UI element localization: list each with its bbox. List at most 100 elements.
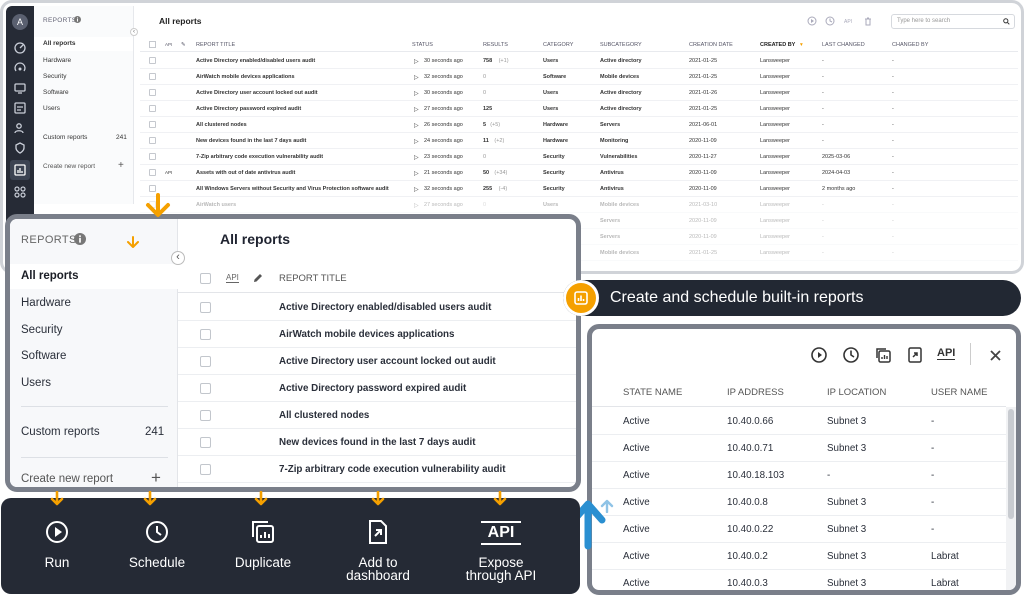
sort-desc-icon[interactable]: ▾ [800,42,803,48]
run-icon[interactable]: ▷ [414,138,419,145]
table-row[interactable]: ▷ All Windows Servers without Security an… [140,181,1018,197]
sidebar-item-custom-reports[interactable]: Custom reports [43,134,87,141]
row-checkbox[interactable] [200,329,211,340]
bg-cell-title[interactable]: New devices found in the last 7 days aud… [196,138,306,144]
table-row[interactable]: ▷ All clustered nodes 26 seconds ago 5 (+5) H… [140,117,1018,133]
table-row[interactable]: AirWatch mobile devices applications [178,321,576,348]
table-row[interactable]: Active 10.40.0.3 Subnet 3 Labrat [592,570,1006,590]
dashboard-icon[interactable] [14,42,26,54]
table-row[interactable]: ▷ AirWatch mobile devices applications 32 … [140,69,1018,85]
table-row[interactable]: 7-Zip arbitrary code execution vulnerabi… [178,456,576,483]
table-row[interactable]: All clustered nodes [178,402,576,429]
info-icon[interactable] [74,233,86,245]
table-row[interactable]: ▷ API Assets with out of date antivirus au… [140,165,1018,181]
sidebar-item-hardware[interactable]: Hardware [21,297,71,309]
row-checkbox[interactable] [200,464,211,475]
report-title-cell[interactable]: All clustered nodes [279,410,369,421]
create-new-report-link[interactable]: Create new report [21,473,113,485]
run-icon[interactable]: ▷ [414,106,419,113]
row-checkbox[interactable] [149,169,156,176]
table-row[interactable]: Active 10.40.18.103 - - [592,462,1006,489]
bg-cell-title[interactable]: Assets with out of date antivirus audit [196,170,295,176]
security-icon[interactable] [14,142,26,154]
table-row[interactable]: Active 10.40.0.22 Subnet 3 - [592,516,1006,543]
user-avatar[interactable]: A [12,14,28,30]
sidebar-item-users[interactable]: Users [21,377,51,389]
plus-icon[interactable]: + [118,160,124,171]
run-icon[interactable]: ▷ [414,74,419,81]
table-row[interactable]: ▷ Active Directory password expired audit… [140,101,1018,117]
report-title-cell[interactable]: Active Directory password expired audit [279,383,466,394]
table-row[interactable]: Active Directory user account locked out… [178,348,576,375]
software-icon[interactable] [14,102,26,114]
row-checkbox[interactable] [149,105,156,112]
col-status[interactable]: STATUS [412,42,433,48]
run-icon[interactable]: ▷ [414,202,419,209]
schedule-action[interactable]: Schedule [109,498,205,594]
row-checkbox[interactable] [200,437,211,448]
delete-icon[interactable] [863,16,873,26]
report-title-cell[interactable]: Active Directory enabled/disabled users … [279,302,491,313]
api-icon[interactable]: API [844,16,854,26]
select-all-checkbox[interactable] [149,41,156,48]
bg-cell-title[interactable]: Active Directory user account locked out… [196,90,318,96]
row-checkbox[interactable] [149,121,156,128]
table-row[interactable]: ▷ AirWatch users 27 seconds ago 0 Users Mobil… [140,197,1018,213]
api-icon[interactable]: API [937,347,956,360]
col-user-name[interactable]: USER NAME [931,387,987,398]
discovery-icon[interactable] [14,62,26,74]
duplicate-action[interactable]: Duplicate [215,498,311,594]
row-checkbox[interactable] [200,410,211,421]
row-checkbox[interactable] [149,57,156,64]
col-state-name[interactable]: STATE NAME [623,387,682,398]
run-icon[interactable]: ▷ [414,58,419,65]
search-icon[interactable] [1003,18,1010,25]
search-input[interactable]: Type here to search [891,14,1015,29]
run-icon[interactable]: ▷ [414,186,419,193]
col-changed-by[interactable]: CHANGED BY [892,42,928,48]
col-created-by[interactable]: CREATED BY [760,42,795,48]
add-to-dashboard-icon[interactable] [906,346,924,364]
bg-cell-title[interactable]: All clustered nodes [196,122,247,128]
users-icon[interactable] [14,122,26,134]
col-report-title[interactable]: REPORT TITLE [196,42,235,48]
schedule-icon[interactable] [825,16,835,26]
select-all-checkbox[interactable] [200,273,211,284]
sidebar-item-all-reports[interactable]: All reports [10,264,178,289]
plus-icon[interactable]: + [151,468,161,487]
row-checkbox[interactable] [149,185,156,192]
table-row[interactable]: Active 10.40.0.66 Subnet 3 - [592,408,1006,435]
row-checkbox[interactable] [200,356,211,367]
table-row[interactable]: ▷ Active Directory enabled/disabled users… [140,53,1018,69]
bg-cell-title[interactable]: Active Directory enabled/disabled users … [196,58,315,64]
col-category[interactable]: CATEGORY [543,42,573,48]
row-checkbox[interactable] [149,89,156,96]
integrations-icon[interactable] [14,186,26,198]
col-subcategory[interactable]: SUBCATEGORY [600,42,642,48]
table-row[interactable]: Active 10.40.0.2 Subnet 3 Labrat [592,543,1006,570]
row-checkbox[interactable] [149,73,156,80]
col-report-title[interactable]: REPORT TITLE [279,273,347,284]
pencil-icon[interactable] [252,272,264,284]
table-row[interactable]: ▷ New devices found in the last 7 days au… [140,133,1018,149]
sidebar-item-security[interactable]: Security [21,324,63,336]
sidebar-item-software[interactable]: Software [21,350,66,362]
bg-cell-title[interactable]: Active Directory password expired audit [196,106,301,112]
table-row[interactable]: Active Directory enabled/disabled users … [178,294,576,321]
table-row[interactable]: ▷ 7-Zip arbitrary code execution vulnerab… [140,149,1018,165]
sidebar-item-hardware[interactable]: Hardware [43,57,71,64]
run-icon[interactable]: ▷ [414,170,419,177]
sidebar-item-custom-reports[interactable]: Custom reports [21,426,100,438]
run-icon[interactable]: ▷ [414,90,419,97]
table-row[interactable]: Active Directory password expired audit [178,375,576,402]
row-checkbox[interactable] [149,137,156,144]
row-checkbox[interactable] [200,302,211,313]
sidebar-item-users[interactable]: Users [43,105,60,112]
row-checkbox[interactable] [149,153,156,160]
close-icon[interactable] [990,350,1001,361]
bg-cell-title[interactable]: AirWatch users [196,202,236,208]
create-new-report-link[interactable]: Create new report [43,163,95,170]
bg-cell-title[interactable]: AirWatch mobile devices applications [196,74,295,80]
col-results[interactable]: RESULTS [483,42,508,48]
col-creation-date[interactable]: CREATION DATE [689,42,733,48]
